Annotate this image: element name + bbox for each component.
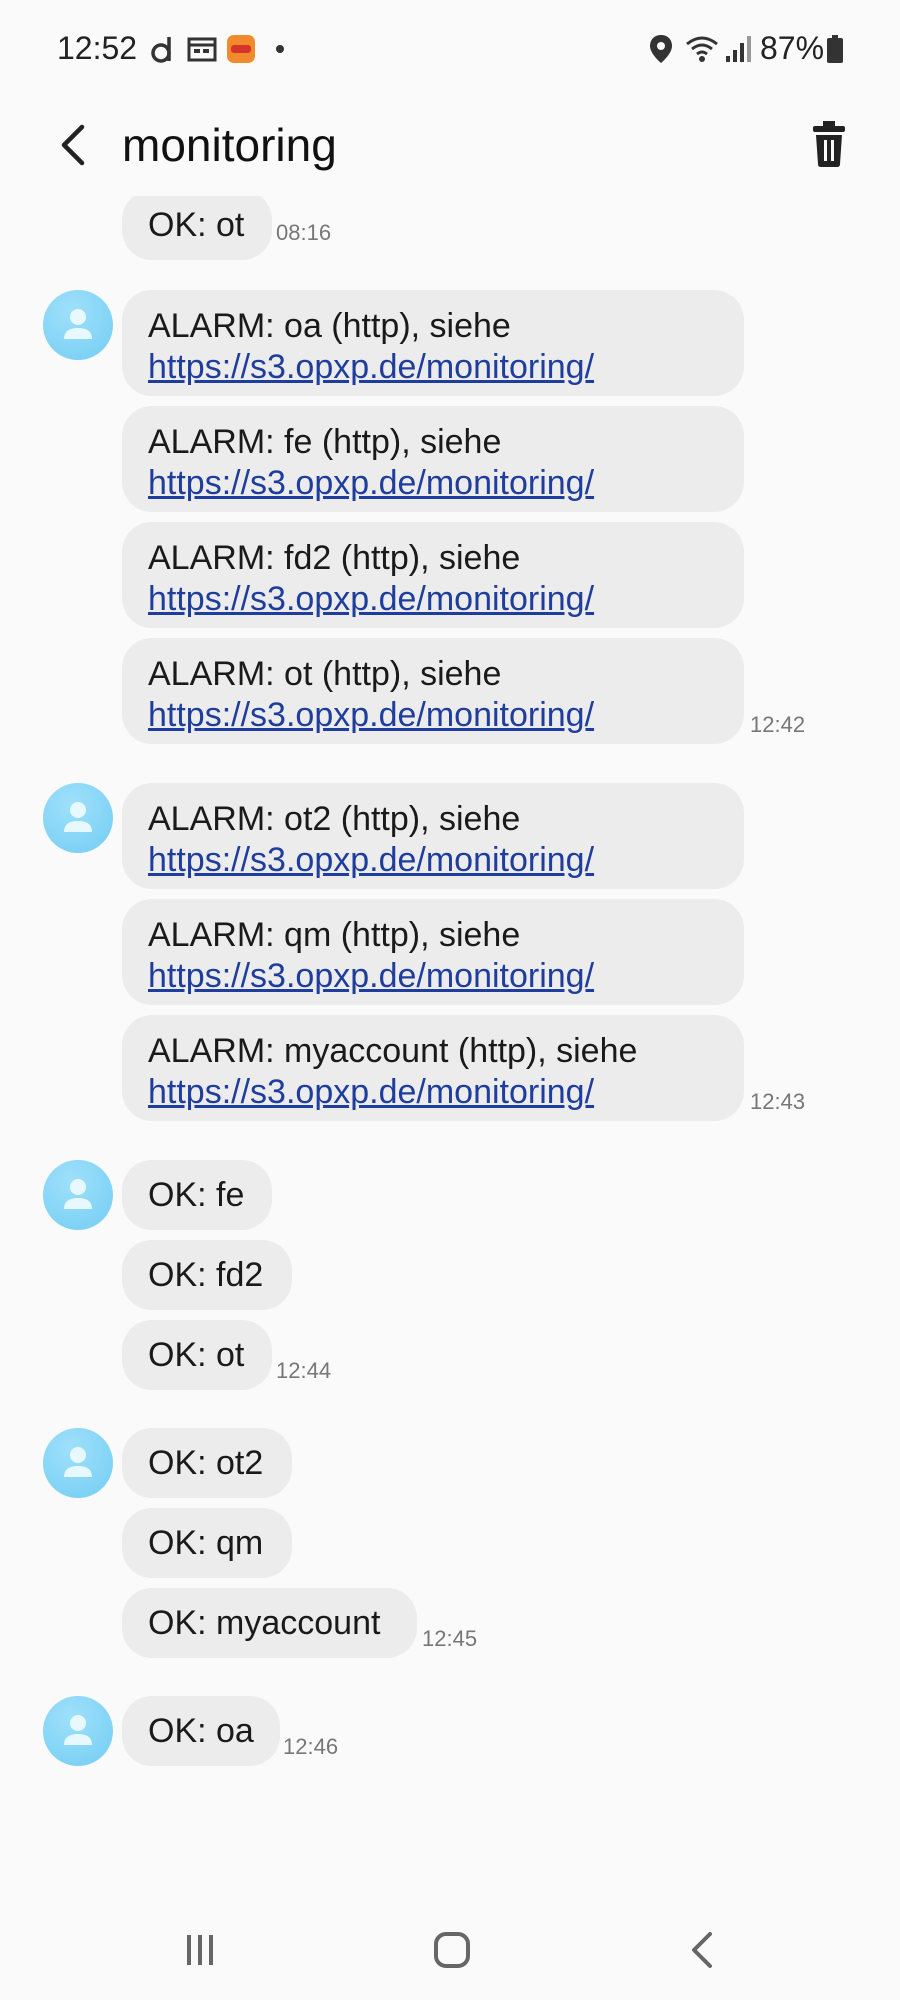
message-bubble[interactable]: OK: ot2 — [122, 1428, 292, 1498]
avatar[interactable] — [43, 1696, 113, 1766]
wifi-icon — [686, 36, 718, 62]
message-link[interactable]: https://s3.opxp.de/monitoring/ — [148, 1072, 718, 1113]
message-text: OK: ot2 — [148, 1444, 264, 1482]
message-bubble[interactable]: ALARM: oa (http), siehe https://s3.opxp.… — [122, 290, 744, 396]
avatar[interactable] — [43, 290, 113, 360]
message-bubble[interactable]: ALARM: ot2 (http), siehe https://s3.opxp… — [122, 783, 744, 889]
message-link[interactable]: https://s3.opxp.de/monitoring/ — [148, 347, 718, 388]
message-text: ALARM: fd2 (http), siehe — [148, 539, 521, 577]
message-time: 12:46 — [283, 1734, 339, 1759]
message-time: 12:45 — [422, 1626, 478, 1651]
recent-apps-icon — [187, 1935, 213, 1965]
message-bubble[interactable]: ALARM: ot (http), siehe https://s3.opxp.… — [122, 638, 744, 744]
conversation-header: monitoring — [0, 96, 900, 196]
message-text: ALARM: qm (http), siehe — [148, 916, 521, 954]
message-time: 12:44 — [276, 1358, 332, 1383]
message-time: 12:42 — [750, 712, 806, 737]
person-icon — [64, 309, 92, 339]
person-icon — [64, 1179, 92, 1209]
delete-conversation-button[interactable] — [800, 112, 858, 178]
chevron-left-icon — [61, 124, 85, 166]
recent-apps-button[interactable] — [170, 1920, 230, 1980]
message-text: OK: myaccount — [148, 1604, 381, 1642]
message-bubble[interactable]: ALARM: fd2 (http), siehe https://s3.opxp… — [122, 522, 744, 628]
message-link[interactable]: https://s3.opxp.de/monitoring/ — [148, 463, 718, 504]
message-bubble[interactable]: ALARM: qm (http), siehe https://s3.opxp.… — [122, 899, 744, 1005]
status-time: 12:52 — [57, 30, 138, 66]
message-bubble[interactable]: OK: myaccount — [122, 1588, 417, 1658]
message-bubble[interactable]: OK: oa — [122, 1696, 280, 1766]
trash-icon — [813, 121, 845, 167]
message-text: ALARM: fe (http), siehe — [148, 423, 502, 461]
d-app-icon — [151, 37, 171, 63]
message-link[interactable]: https://s3.opxp.de/monitoring/ — [148, 840, 718, 881]
status-bar: 12:52 87% — [0, 0, 900, 96]
message-text: OK: oa — [148, 1712, 254, 1750]
system-nav-bar — [0, 1900, 900, 2000]
avatar[interactable] — [43, 1428, 113, 1498]
avatar[interactable] — [43, 1160, 113, 1230]
message-bubble[interactable]: OK: fd2 — [122, 1240, 292, 1310]
avatar[interactable] — [43, 783, 113, 853]
message-text: OK: ot — [148, 1336, 245, 1374]
back-nav-button[interactable] — [674, 1920, 734, 1980]
battery-icon — [827, 35, 843, 63]
message-text: ALARM: ot (http), siehe — [148, 655, 502, 693]
person-icon — [64, 802, 92, 832]
message-text: OK: qm — [148, 1524, 264, 1562]
message-text: OK: fe — [148, 1176, 245, 1214]
burger-king-app-icon — [227, 35, 255, 63]
message-link[interactable]: https://s3.opxp.de/monitoring/ — [148, 695, 718, 736]
message-bubble[interactable]: ALARM: myaccount (http), siehe https://s… — [122, 1015, 744, 1121]
home-icon — [434, 1932, 470, 1968]
message-text: OK: fd2 — [148, 1256, 264, 1294]
battery-percent: 87% — [760, 30, 825, 66]
message-list[interactable]: OK: ot 08:16 ALARM: oa (http), siehe htt… — [0, 196, 900, 1856]
message-time: 08:16 — [276, 220, 332, 245]
message-bubble[interactable]: OK: ot — [122, 1320, 272, 1390]
message-bubble[interactable]: OK: qm — [122, 1508, 292, 1578]
message-text: OK: ot — [148, 206, 245, 244]
location-icon — [650, 35, 672, 63]
more-notifications-dot-icon — [276, 45, 284, 53]
person-icon — [64, 1447, 92, 1477]
message-bubble[interactable]: OK: fe — [122, 1160, 272, 1230]
person-icon — [64, 1715, 92, 1745]
back-button[interactable] — [50, 110, 100, 180]
message-text: ALARM: myaccount (http), siehe — [148, 1032, 638, 1070]
message-time: 12:43 — [750, 1089, 806, 1114]
signal-icon — [726, 36, 751, 62]
message-link[interactable]: https://s3.opxp.de/monitoring/ — [148, 579, 718, 620]
message-text: ALARM: oa (http), siehe — [148, 307, 511, 345]
message-text: ALARM: ot2 (http), siehe — [148, 800, 521, 838]
message-bubble[interactable]: OK: ot — [122, 196, 272, 260]
conversation-title: monitoring — [122, 119, 337, 171]
message-link[interactable]: https://s3.opxp.de/monitoring/ — [148, 956, 718, 997]
back-icon — [692, 1932, 712, 1968]
calendar-icon — [187, 37, 217, 62]
home-button[interactable] — [422, 1920, 482, 1980]
message-bubble[interactable]: ALARM: fe (http), siehe https://s3.opxp.… — [122, 406, 744, 512]
